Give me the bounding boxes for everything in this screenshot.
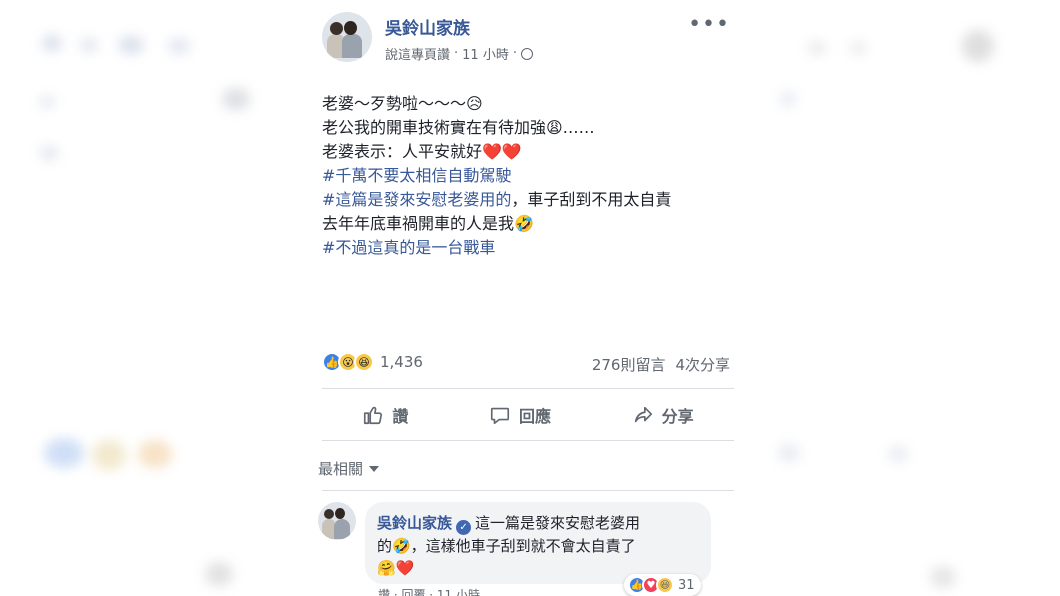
blur-shape [168, 38, 190, 54]
blur-shape [205, 562, 233, 586]
share-button-label: 分享 [661, 407, 694, 426]
post-timestamp[interactable]: 11 小時 [462, 44, 509, 63]
post-line-suffix: ，車子刮到不用太自責 [511, 190, 672, 209]
share-button[interactable]: 分享 [632, 403, 694, 427]
more-options-icon[interactable]: ••• [688, 12, 730, 37]
thumbs-up-icon [364, 406, 383, 425]
blur-shape [42, 35, 62, 51]
globe-icon [520, 47, 533, 60]
comment-sort-dropdown[interactable]: 最相關 [318, 458, 380, 479]
comment-button[interactable]: 回應 [489, 403, 551, 427]
like-page-label[interactable]: 說這專頁讚 [385, 44, 450, 63]
blur-shape [780, 92, 796, 106]
verified-badge-icon: ✓ [456, 520, 472, 535]
post-line: 老婆～歹勢啦～～～😥 [322, 94, 483, 113]
blur-shape [40, 146, 58, 160]
hashtag-link[interactable]: #不過這真的是一台戰車 [322, 236, 742, 260]
facebook-post-card: 吳鈴山家族 說這專頁讚 · 11 小時 · ••• 老婆～歹勢啦～～～😥 老公我… [306, 0, 752, 596]
post-line: 老公我的開車技術實在有待加強😩…… [322, 118, 595, 137]
divider [322, 440, 734, 441]
blur-shape [80, 38, 98, 52]
blur-shape [778, 444, 800, 462]
comment-icon [490, 407, 510, 425]
hashtag-link[interactable]: #千萬不要太相信自動駕駛 [322, 164, 742, 188]
blur-shape [808, 42, 826, 54]
post-line: 去年年底車禍開車的人是我🤣 [322, 214, 534, 233]
comment-text: 這一篇是發來安慰老婆用 [475, 514, 641, 532]
sort-label: 最相關 [318, 460, 364, 478]
post-actions-bar: 讚 回應 分享 [322, 390, 734, 440]
divider [322, 490, 734, 491]
like-button[interactable]: 讚 [362, 403, 408, 427]
blur-shape [138, 440, 172, 468]
blur-shape [888, 446, 908, 462]
comments-count-link[interactable]: 276則留言 [592, 354, 666, 375]
comment-reaction-count: 31 [678, 577, 695, 593]
divider [322, 388, 734, 389]
chevron-down-icon [369, 465, 380, 472]
blur-shape [118, 36, 144, 54]
post-meta: 說這專頁讚 · 11 小時 · [385, 44, 533, 63]
reaction-count: 1,436 [380, 353, 423, 371]
blur-shape [962, 30, 994, 62]
page-avatar[interactable] [322, 12, 372, 62]
shares-count-link[interactable]: 4次分享 [675, 354, 730, 375]
meta-separator: · [454, 46, 459, 61]
comment-meta: 讚 · 回覆 · 11 小時 [378, 588, 480, 596]
blur-shape [92, 440, 126, 470]
commenter-avatar[interactable] [318, 502, 356, 540]
post-body: 老婆～歹勢啦～～～😥 老公我的開車技術實在有待加強😩…… 老婆表示：人平安就好❤… [322, 92, 742, 260]
blur-shape [222, 88, 250, 110]
comment-bubble: 吳鈴山家族 ✓ 這一篇是發來安慰老婆用 的🤣，這樣他車子刮到就不會太自責了 🤗❤️ [365, 502, 711, 584]
haha-reaction-icon: 😆 [656, 576, 674, 594]
blur-shape [930, 566, 956, 588]
comment-button-label: 回應 [518, 407, 551, 426]
post-stats: 276則留言 4次分享 [592, 354, 730, 375]
comment-line: 吳鈴山家族 ✓ 這一篇是發來安慰老婆用 [377, 512, 699, 535]
hashtag-link[interactable]: #這篇是發來安慰老婆用的 [322, 190, 511, 209]
comment-author-link[interactable]: 吳鈴山家族 [377, 514, 452, 532]
post-line: 老婆表示：人平安就好❤️❤️ [322, 142, 522, 161]
post-line: #這篇是發來安慰老婆用的，車子刮到不用太自責 [322, 188, 742, 212]
like-button-label: 讚 [392, 407, 409, 426]
comment-reactions[interactable]: 👍 ♥ 😆 31 [624, 574, 701, 596]
comment-text: 的🤣，這樣他車子刮到就不會太自責了 [377, 537, 636, 555]
blur-shape [44, 438, 84, 468]
page-name-link[interactable]: 吳鈴山家族 [385, 14, 470, 39]
share-icon [634, 406, 652, 423]
reactions-summary[interactable]: 👍 😮 😆 1,436 [322, 352, 423, 372]
blur-shape [850, 42, 866, 54]
haha-reaction-icon: 😆 [354, 352, 374, 372]
blur-shape [40, 96, 54, 108]
meta-separator: · [512, 46, 517, 61]
